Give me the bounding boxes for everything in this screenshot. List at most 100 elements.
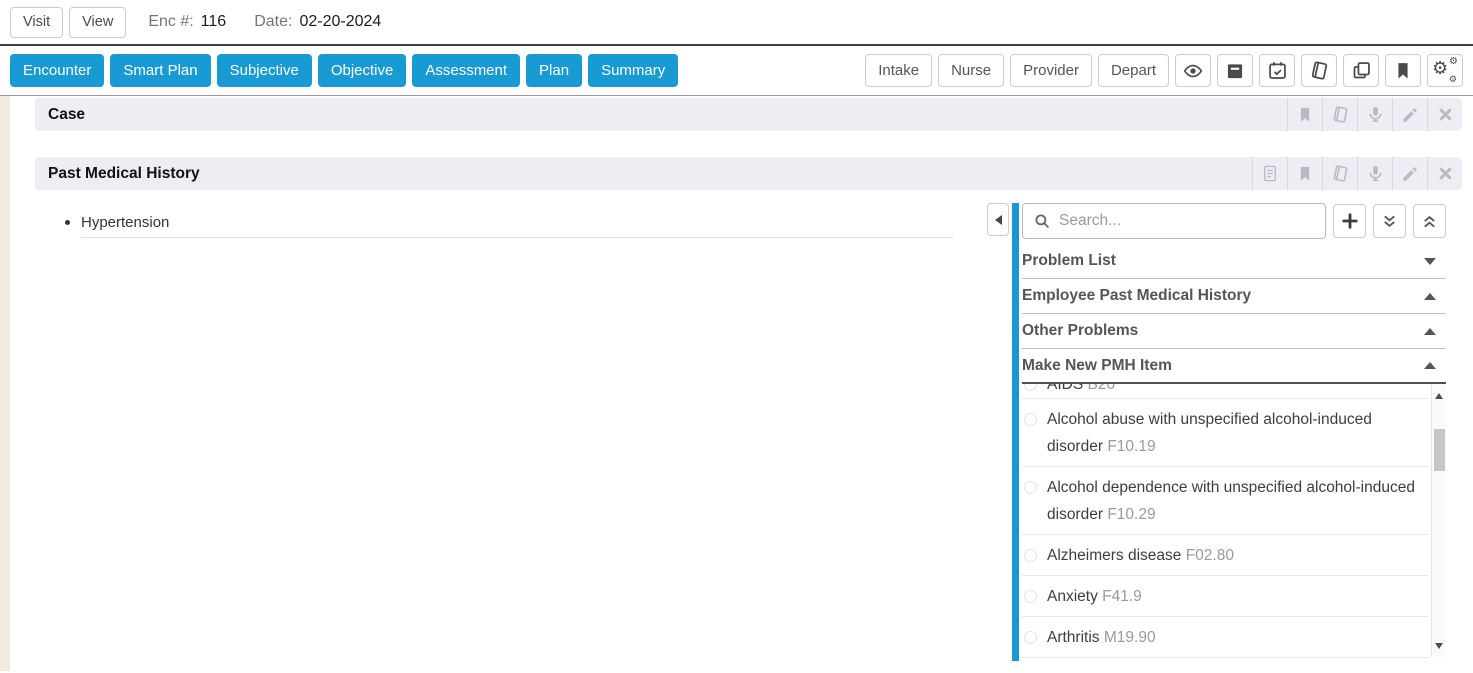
collapse-all-button[interactable] xyxy=(1373,204,1406,238)
visit-button[interactable]: Visit xyxy=(10,7,63,38)
case-bookmark-button[interactable] xyxy=(1287,98,1322,131)
case-edit-button[interactable] xyxy=(1392,98,1427,131)
microphone-icon xyxy=(1366,105,1385,124)
toolbar-right-group: Intake Nurse Provider Depart xyxy=(865,54,1463,87)
group-label: Other Problems xyxy=(1022,322,1138,340)
scroll-down-button[interactable] xyxy=(1432,637,1446,655)
pmh-dictate-button[interactable] xyxy=(1357,157,1392,190)
date-value: 02-20-2024 xyxy=(299,13,381,31)
option-name: Alcohol dependence with unspecified alco… xyxy=(1047,479,1415,523)
eye-button[interactable] xyxy=(1175,54,1211,87)
subjective-tab-button[interactable]: Subjective xyxy=(217,54,312,87)
pmh-option[interactable]: Alzheimers disease F02.80 xyxy=(1022,535,1429,576)
search-icon xyxy=(1033,212,1051,230)
case-dictate-button[interactable] xyxy=(1357,98,1392,131)
option-name: Arthritis xyxy=(1047,629,1100,646)
nav-button-group: Encounter Smart Plan Subjective Objectiv… xyxy=(10,54,678,87)
pmh-bookmark-button[interactable] xyxy=(1287,157,1322,190)
pmh-item-text: Hypertension xyxy=(81,214,169,231)
case-book-button[interactable] xyxy=(1322,98,1357,131)
scrollbar[interactable] xyxy=(1431,385,1446,657)
radio-unselected-icon[interactable] xyxy=(1024,631,1037,644)
item-divider xyxy=(81,237,953,238)
plan-tab-button[interactable]: Plan xyxy=(526,54,582,87)
case-close-button[interactable] xyxy=(1427,98,1462,131)
main-toolbar: Encounter Smart Plan Subjective Objectiv… xyxy=(0,46,1473,96)
option-name: Anxiety xyxy=(1047,588,1098,605)
pmh-book-button[interactable] xyxy=(1322,157,1357,190)
search-input[interactable] xyxy=(1059,212,1315,230)
radio-unselected-icon[interactable] xyxy=(1024,384,1037,391)
add-item-button[interactable] xyxy=(1333,204,1366,238)
option-name: Alcohol abuse with unspecified alcohol-i… xyxy=(1047,411,1372,455)
archive-box-icon xyxy=(1225,61,1245,81)
group-label: Make New PMH Item xyxy=(1022,357,1172,375)
pmh-option[interactable]: Alcohol abuse with unspecified alcohol-i… xyxy=(1022,399,1429,467)
book-button[interactable] xyxy=(1301,54,1337,87)
scrollbar-thumb[interactable] xyxy=(1434,429,1445,471)
pmh-option[interactable]: Anxiety F41.9 xyxy=(1022,576,1429,617)
pencil-icon xyxy=(1401,106,1419,124)
smart-plan-tab-button[interactable]: Smart Plan xyxy=(110,54,210,87)
encounter-info: Enc #: 116 Date: 02-20-2024 xyxy=(148,13,381,31)
archive-button[interactable] xyxy=(1217,54,1253,87)
group-other-problems[interactable]: Other Problems xyxy=(1022,314,1446,349)
gears-icon: ⚙⚙⚙ xyxy=(1432,59,1458,83)
expand-all-button[interactable] xyxy=(1413,204,1446,238)
panel-collapse-button[interactable] xyxy=(987,203,1009,236)
radio-unselected-icon[interactable] xyxy=(1024,413,1037,426)
view-button[interactable]: View xyxy=(69,7,126,38)
pmh-section-title: Past Medical History xyxy=(48,165,200,183)
caret-down-icon xyxy=(1424,258,1436,265)
pmh-picker-panel: Problem List Employee Past Medical Histo… xyxy=(1012,203,1446,661)
caret-up-icon xyxy=(1424,362,1436,369)
summary-tab-button[interactable]: Summary xyxy=(588,54,678,87)
radio-unselected-icon[interactable] xyxy=(1024,549,1037,562)
bookmark-icon xyxy=(1296,165,1314,183)
pmh-close-button[interactable] xyxy=(1427,157,1462,190)
close-icon xyxy=(1437,106,1454,123)
copy-button[interactable] xyxy=(1343,54,1379,87)
search-box xyxy=(1022,203,1326,239)
pencil-icon xyxy=(1401,165,1419,183)
caret-up-icon xyxy=(1424,293,1436,300)
depart-button[interactable]: Depart xyxy=(1098,54,1169,87)
encounter-tab-button[interactable]: Encounter xyxy=(10,54,104,87)
microphone-icon xyxy=(1366,164,1385,183)
pmh-edit-button[interactable] xyxy=(1392,157,1427,190)
option-code: B20 xyxy=(1088,384,1116,393)
group-make-new-pmh[interactable]: Make New PMH Item xyxy=(1022,349,1446,384)
intake-button[interactable]: Intake xyxy=(865,54,932,87)
pmh-document-area: Hypertension xyxy=(35,203,987,661)
triangle-left-icon xyxy=(995,215,1002,225)
objective-tab-button[interactable]: Objective xyxy=(318,54,407,87)
option-name: AIDS xyxy=(1047,384,1083,393)
bookmark-button[interactable] xyxy=(1385,54,1421,87)
visit-header-bar: Visit View Enc #: 116 Date: 02-20-2024 xyxy=(0,0,1473,46)
nurse-button[interactable]: Nurse xyxy=(938,54,1004,87)
assessment-tab-button[interactable]: Assessment xyxy=(412,54,520,87)
copy-icon xyxy=(1351,60,1372,81)
pmh-note-button[interactable] xyxy=(1252,157,1287,190)
pmh-option-clipped[interactable]: AIDS B20 xyxy=(1022,384,1429,399)
option-code: M19.90 xyxy=(1104,629,1156,646)
bookmark-icon xyxy=(1393,61,1413,81)
pmh-option[interactable]: Arthritis M19.90 xyxy=(1022,617,1429,658)
radio-unselected-icon[interactable] xyxy=(1024,481,1037,494)
pmh-option[interactable]: Alcohol dependence with unspecified alco… xyxy=(1022,467,1429,535)
case-section-header: Case xyxy=(35,98,1462,131)
group-problem-list[interactable]: Problem List xyxy=(1022,244,1446,279)
pmh-options-list: AIDS B20 Alcohol abuse with unspecified … xyxy=(1022,384,1446,661)
date-label: Date: xyxy=(254,13,292,31)
double-chevron-up-icon xyxy=(1420,212,1439,231)
calendar-button[interactable] xyxy=(1259,54,1295,87)
provider-button[interactable]: Provider xyxy=(1010,54,1092,87)
scroll-up-button[interactable] xyxy=(1432,387,1446,405)
settings-button[interactable]: ⚙⚙⚙ xyxy=(1427,54,1463,87)
radio-unselected-icon[interactable] xyxy=(1024,590,1037,603)
plus-icon xyxy=(1340,211,1360,231)
group-employee-pmh[interactable]: Employee Past Medical History xyxy=(1022,279,1446,314)
option-name: Alzheimers disease xyxy=(1047,547,1181,564)
file-text-icon xyxy=(1261,164,1279,183)
pmh-section-actions xyxy=(1252,157,1462,190)
